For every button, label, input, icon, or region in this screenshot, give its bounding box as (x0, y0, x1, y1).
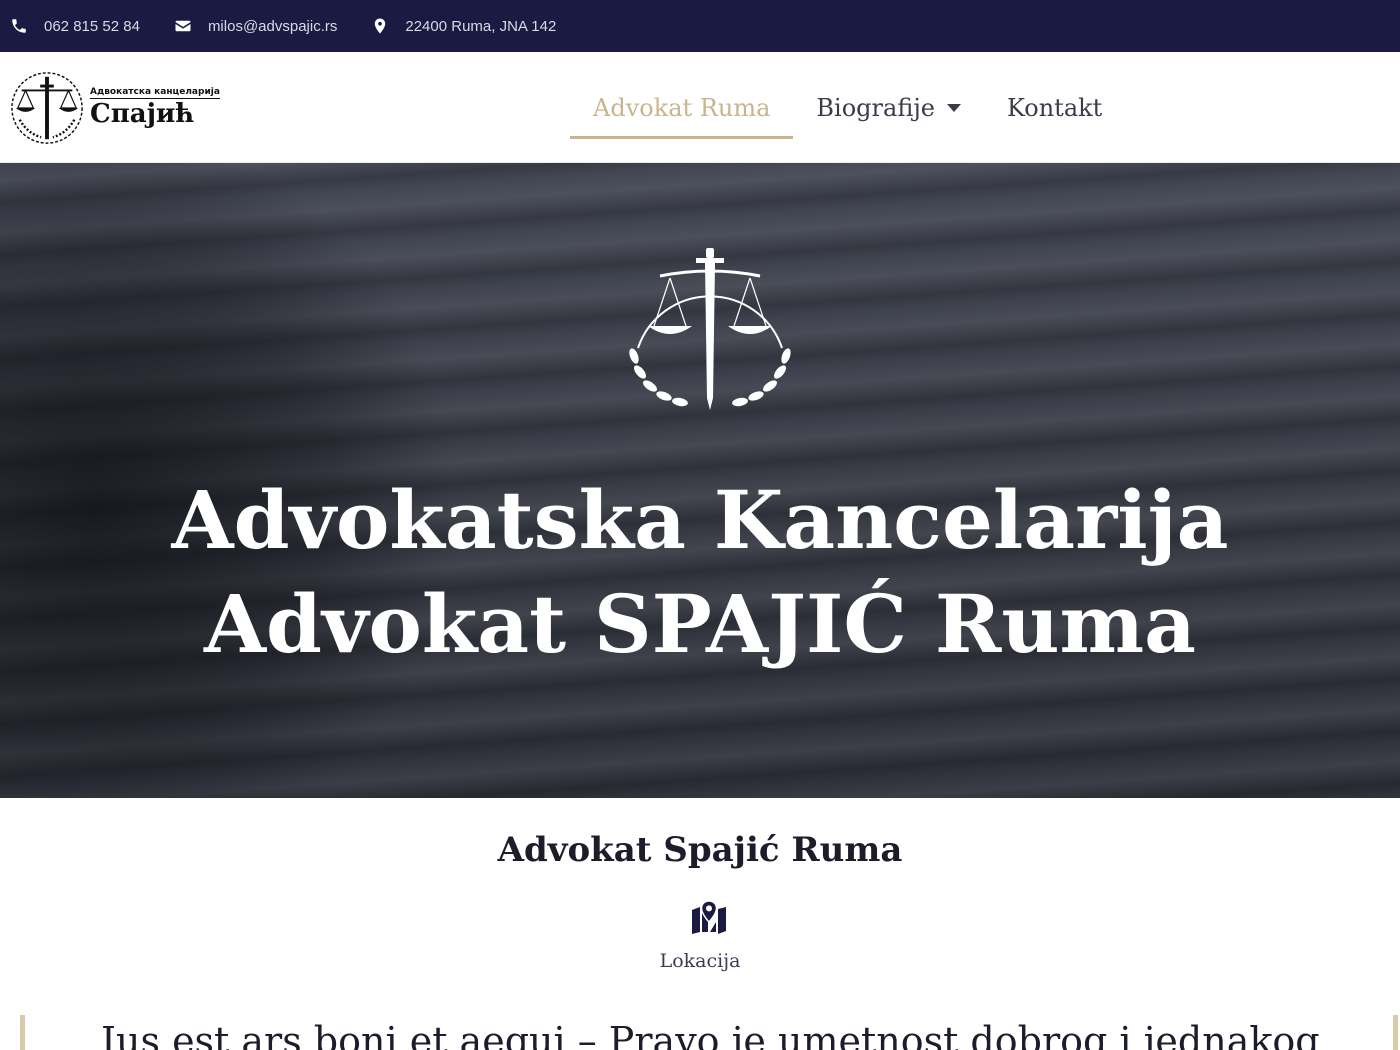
site-header: Адвокатска канцеларија Спајић Advokat Ru… (0, 52, 1400, 163)
phone-text: 062 815 52 84 (44, 17, 140, 35)
scales-of-justice-icon (11, 72, 83, 144)
contact-topbar: 062 815 52 84 milos@advspajic.rs 22400 R… (0, 0, 1400, 52)
envelope-icon (175, 20, 191, 32)
site-logo[interactable]: Адвокатска канцеларија Спајић (8, 67, 228, 149)
phone-contact[interactable]: 062 815 52 84 (10, 17, 140, 35)
section-title: Advokat Spajić Ruma (497, 830, 903, 870)
caret-down-icon (946, 103, 961, 112)
email-text: milos@advspajic.rs (207, 17, 338, 35)
main-nav: Advokat Ruma Biografije Kontakt (570, 52, 1125, 163)
address-contact[interactable]: 22400 Ruma, JNA 142 (371, 17, 556, 35)
location-link[interactable]: Lokacija (0, 950, 1400, 972)
nav-item-label: Kontakt (1006, 93, 1103, 122)
email-contact[interactable]: milos@advspajic.rs (174, 17, 337, 35)
nav-item-advokat-ruma[interactable]: Advokat Ruma (570, 52, 794, 163)
quote-text: Ius est ars boni et aequi – Pravo je ume… (101, 1019, 1320, 1050)
hero-title: Advokatska Kancelarija Advokat SPAJIĆ Ru… (0, 468, 1400, 676)
hero-banner: Advokatska Kancelarija Advokat SPAJIĆ Ru… (0, 163, 1400, 798)
logo-subtitle: Адвокатска канцеларија (90, 87, 220, 99)
quote-block: Ius est ars boni et aequi – Pravo je ume… (20, 1015, 1398, 1050)
hero-title-line-2: Advokat SPAJIĆ Ruma (203, 577, 1197, 671)
phone-icon (12, 19, 26, 33)
map-pin-icon (375, 18, 386, 34)
nav-item-kontakt[interactable]: Kontakt (984, 52, 1125, 163)
nav-item-biografije[interactable]: Biografije (793, 52, 984, 163)
logo-wordmark: Адвокатска канцеларија Спајић (90, 87, 220, 129)
logo-name: Спајић (90, 99, 195, 129)
scales-of-justice-emblem-icon (629, 248, 791, 410)
nav-item-label: Advokat Ruma (593, 93, 771, 122)
nav-item-label: Biografije (816, 93, 935, 122)
address-text: 22400 Ruma, JNA 142 (405, 17, 557, 35)
map-location-icon[interactable] (690, 900, 728, 934)
hero-title-line-1: Advokatska Kancelarija (171, 473, 1229, 567)
